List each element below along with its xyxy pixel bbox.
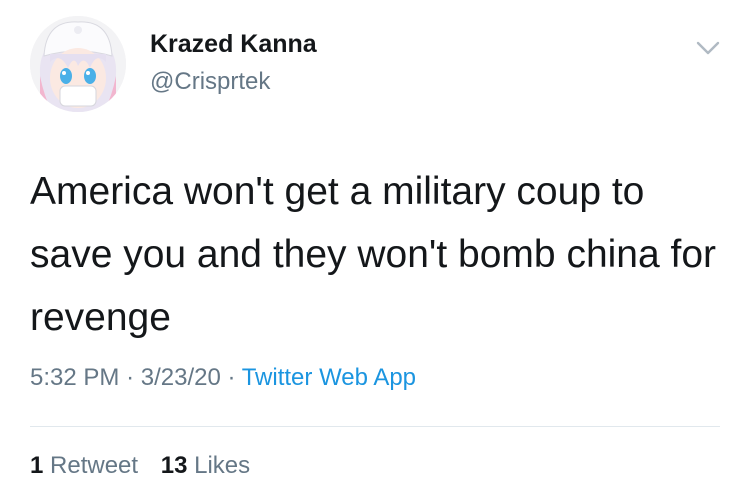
tweet-menu-button[interactable]: [690, 30, 726, 66]
likes-count: 13: [160, 452, 188, 479]
tweet-meta: 5:32 PM · 3/23/20 · Twitter Web App: [30, 364, 416, 392]
retweets-stat[interactable]: 1 Retweet: [30, 452, 138, 479]
tweet-stats: 1 Retweet 13 Likes: [30, 452, 250, 480]
tweet-time[interactable]: 5:32 PM: [30, 364, 119, 391]
author-avatar[interactable]: [30, 16, 126, 112]
author-display-name[interactable]: Krazed Kanna: [150, 30, 317, 59]
meta-separator: ·: [227, 364, 236, 391]
divider: [30, 426, 720, 427]
tweet-text: America won't get a military coup to sav…: [30, 170, 717, 339]
tweet-source-link[interactable]: Twitter Web App: [242, 364, 416, 391]
tweet-date[interactable]: 3/23/20: [141, 364, 221, 391]
anime-character-avatar-icon: [30, 16, 126, 112]
meta-separator: ·: [126, 364, 135, 391]
likes-label: Likes: [194, 452, 251, 479]
chevron-down-icon: [696, 41, 720, 55]
author-handle[interactable]: @Crisprtek: [150, 68, 270, 96]
retweets-count: 1: [30, 452, 44, 479]
likes-stat[interactable]: 13 Likes: [161, 452, 250, 479]
retweets-label: Retweet: [50, 452, 139, 479]
